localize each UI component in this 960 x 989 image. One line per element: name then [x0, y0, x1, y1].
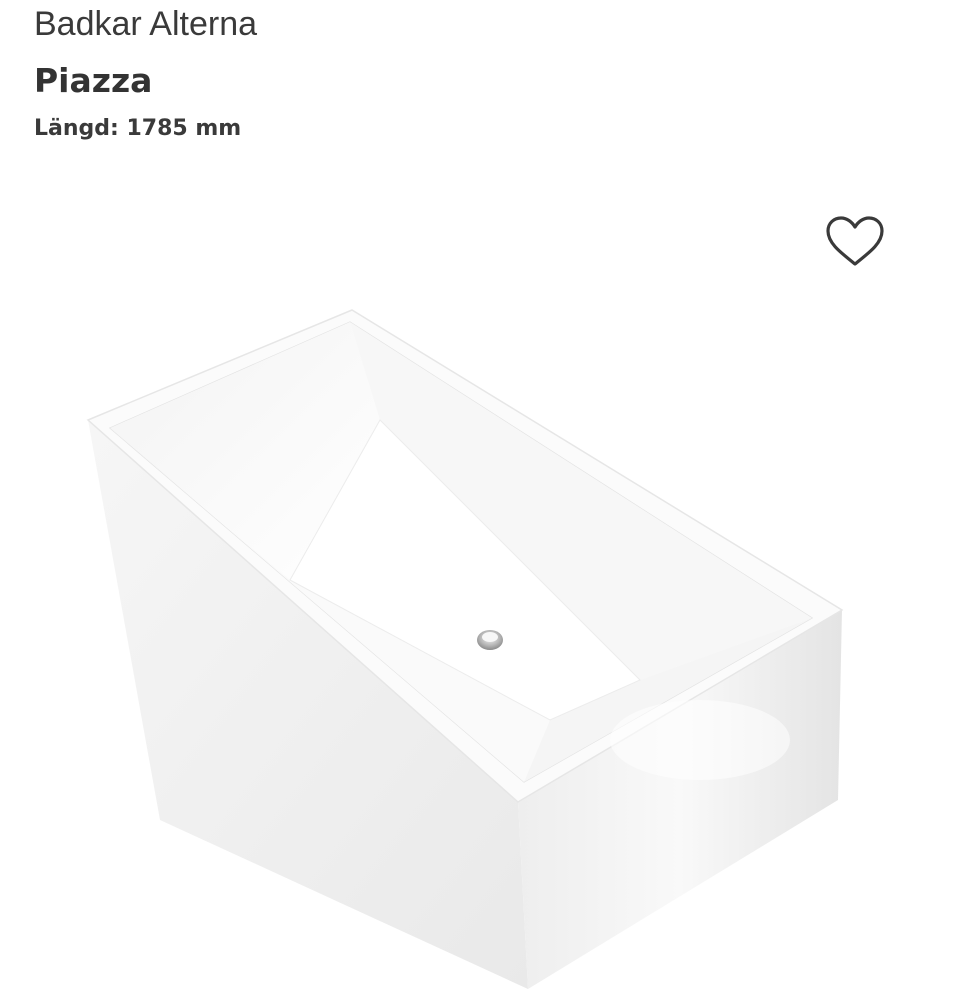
bathtub-illustration [86, 309, 844, 989]
product-title: Piazza [34, 61, 153, 100]
product-image-bathtub [80, 300, 850, 989]
product-brand: Badkar Alterna [34, 5, 258, 43]
partial-link-text[interactable] [34, 979, 334, 989]
product-length-spec: Längd: 1785 mm [34, 116, 242, 141]
heart-outline-icon [826, 216, 884, 266]
favorite-button[interactable] [822, 212, 888, 272]
